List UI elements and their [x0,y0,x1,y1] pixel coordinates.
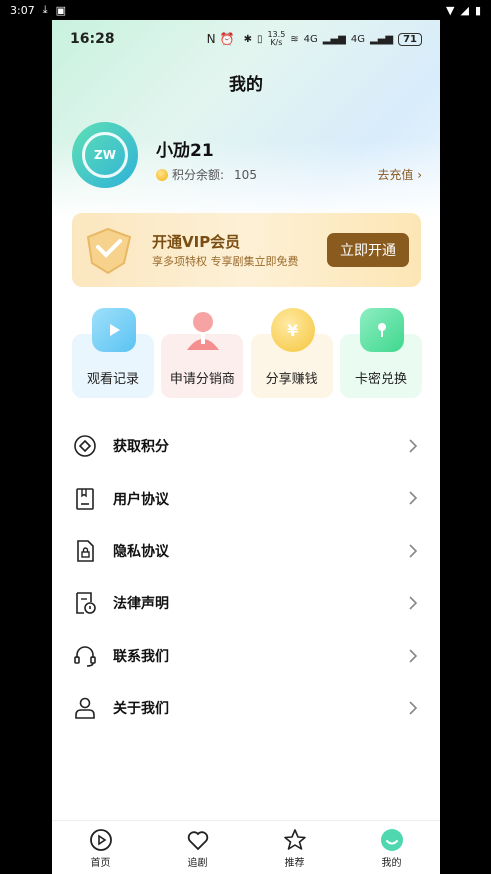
heart-icon [187,831,208,851]
user-icon [72,695,98,721]
vip-open-button[interactable]: 立即开通 [327,233,409,267]
points-balance: 积分余额: 105 [156,166,257,183]
legal-icon [72,590,98,616]
battery-icon: ▮ [474,3,481,17]
wifi-icon: ▼ [446,3,455,17]
page-title: 我的 [229,75,263,95]
profile-section: ZW 小劢21 积分余额: 105 去充值 › [72,122,422,188]
play-icon [92,308,136,352]
chevron-right-icon [409,544,418,558]
menu-item-get-points[interactable]: 获取积分 [72,420,420,472]
vip-title: 开通VIP会员 [152,233,241,251]
status-bar: 16:28 N ⏰ ✱ ▯ 13.5 K/s ≋ 4G ▂▄▆ 4G ▂▄▆ 71 [52,20,440,58]
points-label: 积分余额: [172,168,225,182]
vip-shield-icon [86,227,132,275]
shortcut-label: 卡密兑换 [354,372,407,387]
username: 小劢21 [156,141,214,161]
menu-item-legal-notice[interactable]: 法律声明 [72,577,420,629]
alarm-icon: ⏰ [219,32,235,46]
nfc-icon: N [206,32,216,46]
shortcut-label: 申请分销商 [169,372,235,387]
vibrate-icon: ▯ [256,33,263,45]
screen-edge [440,20,491,874]
bottom-tab-bar: 首页 追剧 推荐 我的 [52,820,440,874]
avatar[interactable]: ZW [72,122,138,188]
star-icon [283,829,306,850]
cell-signal-icon: ▂▄▆ [322,33,346,45]
shortcut-apply-distributor[interactable]: 申请分销商 [161,308,244,400]
tab-recommend[interactable]: 推荐 [246,821,343,874]
menu-label: 法律声明 [113,596,169,613]
network-type-2: 4G [350,33,365,45]
system-status-bar: 3:07 ⤓ ▣ ▼ ◢ ▮ [0,0,491,20]
chevron-right-icon [409,439,418,453]
privacy-icon [72,538,98,564]
menu-item-privacy-policy[interactable]: 隐私协议 [72,525,420,577]
menu-label: 获取积分 [113,439,169,456]
agreement-icon [72,486,98,512]
chevron-right-icon [409,701,418,715]
points-icon [72,433,98,459]
vip-subtitle: 享多项特权 专享剧集立即免费 [152,255,299,268]
vip-banner[interactable]: 开通VIP会员 享多项特权 专享剧集立即免费 立即开通 [72,213,421,287]
network-speed: 13.5 K/s [267,30,286,47]
tab-label: 首页 [90,858,111,869]
menu-item-contact-us[interactable]: 联系我们 [72,630,420,682]
menu-label: 联系我们 [113,648,169,665]
chevron-right-icon [409,491,418,505]
recharge-label: 去充值 [377,168,414,182]
tab-label: 我的 [381,858,402,869]
tab-follow[interactable]: 追剧 [149,821,246,874]
system-time: 3:07 [10,3,35,17]
avatar-logo-icon: ZW [82,132,128,178]
menu-item-user-agreement[interactable]: 用户协议 [72,472,420,524]
chevron-right-icon [409,596,418,610]
notification-icon: ▣ [55,3,66,17]
shortcut-label: 观看记录 [86,372,139,387]
shortcut-label: 分享赚钱 [265,372,318,387]
tab-label: 推荐 [284,858,305,869]
headset-icon [72,643,98,669]
status-time: 16:28 [70,31,115,47]
yen-coin-icon: ¥ [270,308,315,352]
app-screen: 16:28 N ⏰ ✱ ▯ 13.5 K/s ≋ 4G ▂▄▆ 4G ▂▄▆ 71… [52,20,440,874]
network-type-1: 4G [303,33,318,45]
shortcut-watch-history[interactable]: 观看记录 [72,308,154,400]
menu-label: 用户协议 [113,491,169,508]
download-icon: ⤓ [42,3,48,16]
wifi-signal-icon: ≋ [290,33,299,45]
chevron-right-icon [409,648,418,663]
battery-level: 71 [398,32,422,46]
cell-signal-icon-2: ▂▄▆ [370,33,394,45]
bluetooth-icon: ✱ [243,33,252,45]
menu-item-about-us[interactable]: 关于我们 [72,682,420,734]
play-circle-icon [89,829,112,851]
chevron-right-icon: › [417,168,422,182]
person-icon [181,308,225,352]
tab-home[interactable]: 首页 [52,821,149,874]
shortcut-grid: 观看记录 申请分销商 ¥ 分享赚钱 卡密兑换 [72,308,422,400]
tab-mine[interactable]: 我的 [343,821,440,874]
shortcut-card-redeem[interactable]: 卡密兑换 [339,308,422,400]
points-value: 105 [234,167,257,182]
ticket-icon [359,308,404,352]
profile-tab-icon [380,829,403,851]
settings-menu: 获取积分 用户协议 隐私协议 法律声明 联系我们 关于我们 [72,420,420,734]
shortcut-share-earn[interactable]: ¥ 分享赚钱 [250,308,333,400]
signal-icon: ◢ [460,3,469,17]
coin-icon [156,168,168,181]
menu-label: 隐私协议 [113,543,169,560]
tab-label: 追剧 [187,858,208,869]
recharge-link[interactable]: 去充值 › [377,166,422,183]
menu-label: 关于我们 [113,701,169,718]
